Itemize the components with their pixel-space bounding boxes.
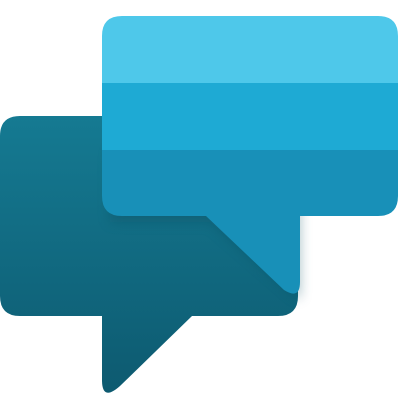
chat-bubbles-icon	[0, 16, 398, 393]
app-icon-canvas	[0, 0, 400, 400]
front-band-top	[102, 16, 398, 83]
front-band-middle	[102, 83, 398, 150]
